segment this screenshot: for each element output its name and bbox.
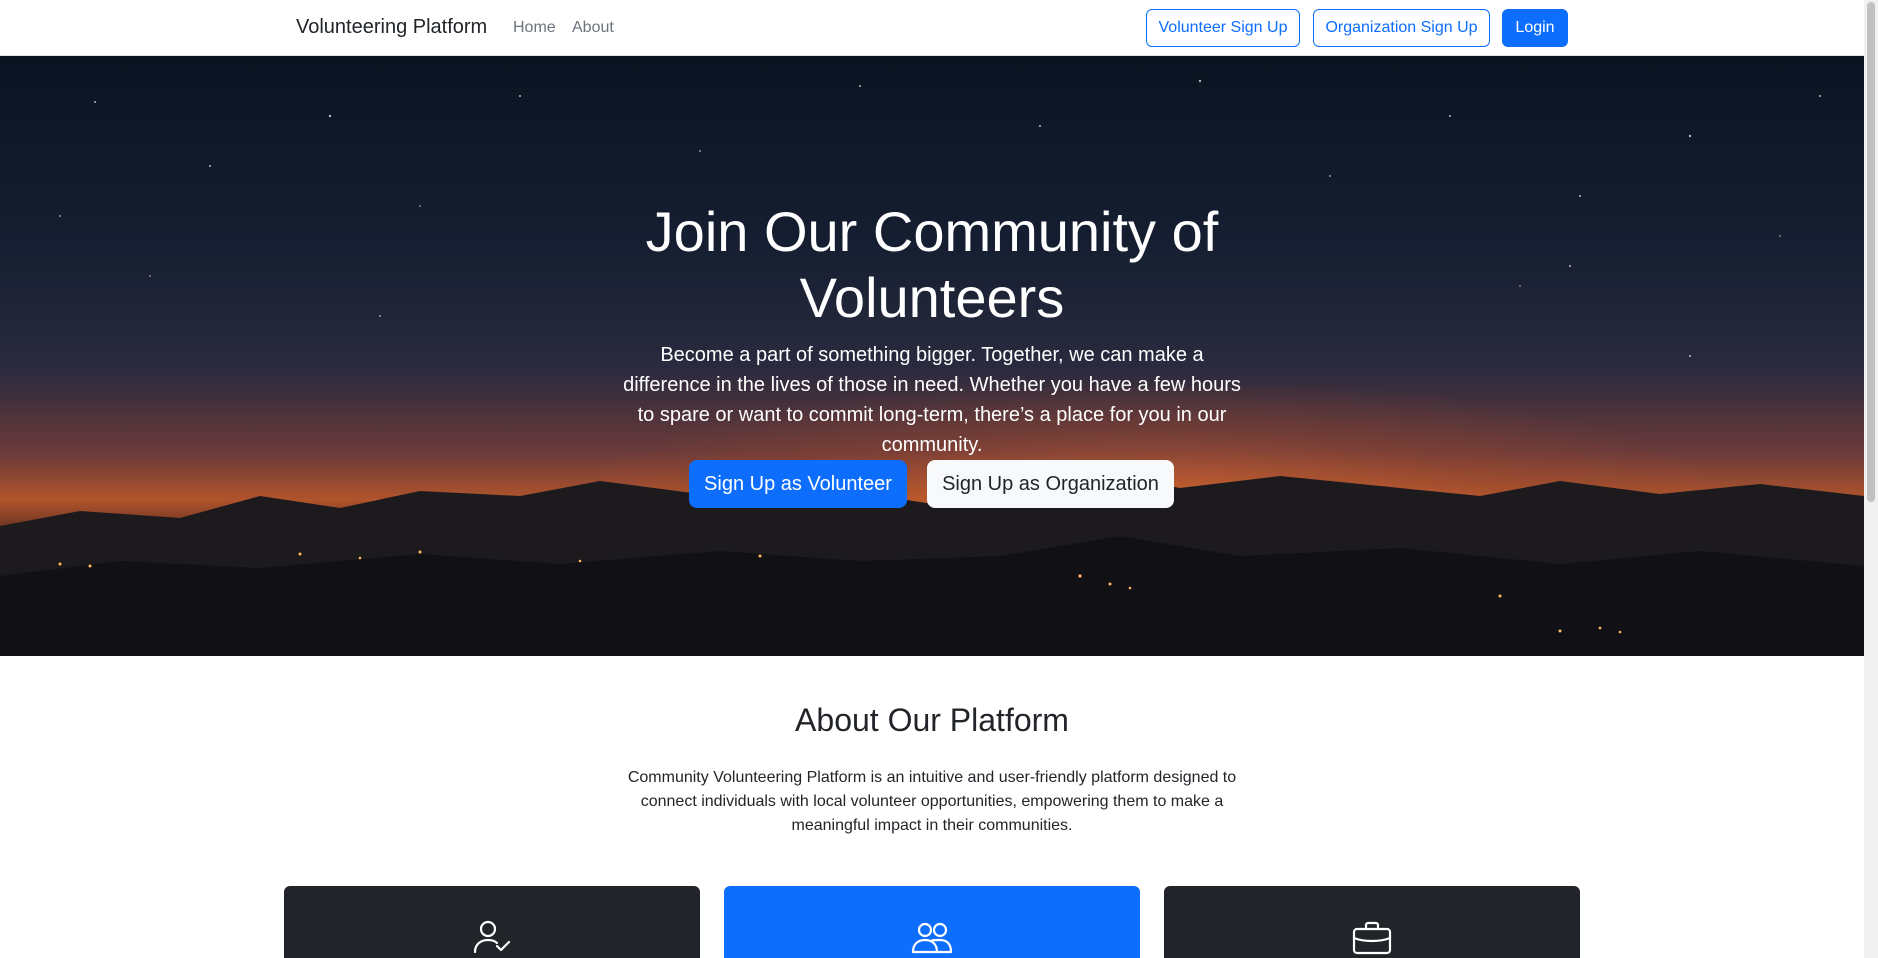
briefcase-icon	[1352, 921, 1392, 955]
nav-home-link[interactable]: Home	[513, 19, 556, 37]
hero-description: Become a part of something bigger. Toget…	[623, 344, 1241, 456]
login-button[interactable]: Login	[1502, 9, 1568, 47]
signup-volunteer-button[interactable]: Sign Up as Volunteer	[689, 460, 907, 508]
organization-signup-button[interactable]: Organization Sign Up	[1313, 9, 1490, 47]
feature-card-organization	[1164, 886, 1580, 958]
volunteer-signup-button[interactable]: Volunteer Sign Up	[1146, 9, 1300, 47]
feature-card-volunteer	[284, 886, 700, 958]
page-scrollbar[interactable]	[1864, 0, 1878, 958]
brand-link[interactable]: Volunteering Platform	[296, 16, 487, 39]
scrollbar-thumb[interactable]	[1867, 2, 1875, 502]
hero-title: Join Our Community of Volunteers	[645, 200, 1219, 329]
about-title: About Our Platform	[795, 702, 1069, 738]
person-check-icon	[473, 920, 511, 954]
navbar: Volunteering Platform Home About Volunte…	[0, 0, 1864, 56]
about-description: Community Volunteering Platform is an in…	[627, 769, 1237, 834]
people-icon	[911, 922, 953, 954]
nav-about-link[interactable]: About	[572, 19, 614, 37]
hero-section: Join Our Community of Volunteers Become …	[0, 56, 1864, 656]
feature-card-community	[724, 886, 1140, 958]
signup-organization-button[interactable]: Sign Up as Organization	[927, 460, 1174, 508]
